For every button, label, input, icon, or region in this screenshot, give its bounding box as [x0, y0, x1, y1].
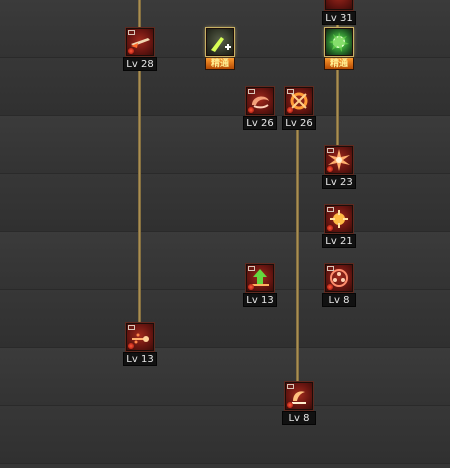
skill-level-label: Lv 28 [123, 57, 157, 71]
skill-corner-badge [327, 266, 334, 271]
skill-node-lv13-left[interactable]: Lv 13 [123, 323, 157, 366]
skill-node-lv21[interactable]: Lv 21 [322, 205, 356, 248]
skill-corner-gem [128, 48, 134, 54]
skill-node-lv31[interactable]: Lv 31 [322, 0, 356, 25]
skill-node-lv26-right[interactable]: Lv 26 [282, 87, 316, 130]
skill-node-lv8-orb[interactable]: Lv 8 [322, 264, 356, 307]
skill-row-band [0, 290, 450, 348]
skill-level-label: Lv 13 [123, 352, 157, 366]
skill-node-lv8-bottom[interactable]: Lv 8 [282, 382, 316, 425]
skill-link-line [296, 128, 299, 384]
skill-corner-gem [327, 166, 333, 172]
skill-node-elite-green[interactable]: 精通 [322, 28, 356, 70]
elite-badge: 精通 [324, 57, 354, 70]
skill-level-label: Lv 31 [322, 11, 356, 25]
skill-level-label: Lv 26 [243, 116, 277, 130]
skill-corner-badge [327, 207, 334, 212]
skill-corner-gem [287, 107, 293, 113]
up-arrow-icon [246, 264, 274, 292]
skill-row-band [0, 174, 450, 232]
skill-level-label: Lv 8 [322, 293, 356, 307]
skill-level-label: Lv 26 [282, 116, 316, 130]
hook-slash-icon [285, 382, 313, 410]
skill-corner-badge [327, 148, 334, 153]
skill-row-band [0, 348, 450, 406]
skill-node-lv28[interactable]: Lv 28 [123, 28, 157, 71]
blade-slash-icon [126, 28, 154, 56]
skill-corner-badge [128, 325, 135, 330]
skill-level-label: Lv 21 [322, 234, 356, 248]
skill-corner-gem [287, 402, 293, 408]
skill-node-lv13-arrow[interactable]: Lv 13 [243, 264, 277, 307]
upper-skill-icon [325, 0, 353, 10]
skill-corner-badge [248, 89, 255, 94]
skill-corner-badge [287, 89, 294, 94]
skill-tree-panel: Lv 31 Lv 28 精通 精通 Lv 26 Lv 26 Lv 23 Lv 2… [0, 0, 450, 468]
green-burst-icon [325, 28, 353, 56]
blaster-plus-icon [206, 28, 234, 56]
skill-corner-gem [128, 343, 134, 349]
skill-node-elite-yellow[interactable]: 精通 [203, 28, 237, 70]
skill-node-lv23[interactable]: Lv 23 [322, 146, 356, 189]
blaster-plus-icon-graphic [211, 37, 231, 52]
fire-wheel-icon [285, 87, 313, 115]
skill-corner-gem [327, 225, 333, 231]
skill-corner-gem [327, 284, 333, 290]
elite-badge: 精通 [205, 57, 235, 70]
skill-corner-badge [287, 384, 294, 389]
skill-level-label: Lv 13 [243, 293, 277, 307]
skill-corner-gem [248, 284, 254, 290]
skill-row-band [0, 406, 450, 464]
spark-orb-icon [325, 205, 353, 233]
skill-row-band [0, 232, 450, 290]
skill-node-lv26-left[interactable]: Lv 26 [243, 87, 277, 130]
skill-link-line [336, 70, 339, 148]
skill-level-label: Lv 23 [322, 175, 356, 189]
spark-trail-icon [126, 323, 154, 351]
skill-corner-gem [248, 107, 254, 113]
ring-orb-icon [325, 264, 353, 292]
skill-level-label: Lv 8 [282, 411, 316, 425]
whirl-icon [246, 87, 274, 115]
green-burst-icon-graphic [329, 32, 349, 52]
skill-corner-badge [248, 266, 255, 271]
skill-corner-badge [128, 30, 135, 35]
skill-row-band [0, 116, 450, 174]
starburst-icon [325, 146, 353, 174]
